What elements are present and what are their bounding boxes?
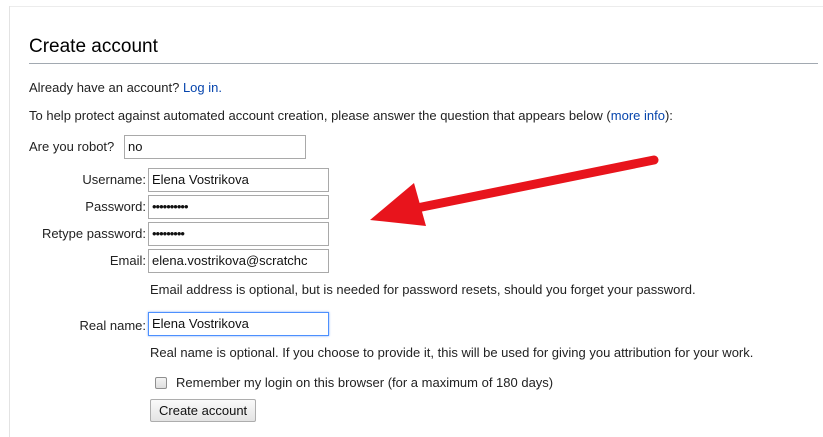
remember-login-checkbox[interactable] — [155, 377, 167, 389]
title-divider — [29, 63, 818, 64]
page-frame-left — [9, 6, 10, 437]
login-prompt-text: Already have an account? — [29, 80, 180, 95]
real-name-help-text: Real name is optional. If you choose to … — [150, 345, 754, 360]
captcha-note: To help protect against automated accoun… — [29, 108, 673, 123]
password-label: Password: — [85, 199, 146, 214]
login-link[interactable]: Log in. — [183, 80, 222, 95]
captcha-note-text: To help protect against automated accoun… — [29, 108, 611, 123]
retype-password-input[interactable]: ••••••••• — [148, 222, 329, 246]
red-arrow-annotation — [370, 155, 659, 226]
page-frame-top — [9, 6, 823, 7]
create-account-button[interactable]: Create account — [150, 399, 257, 422]
email-label: Email: — [109, 253, 146, 268]
username-label: Username: — [82, 172, 146, 187]
page-title: Create account — [29, 36, 158, 57]
real-name-label: Real name: — [79, 318, 146, 333]
robot-question-label: Are you robot? — [29, 139, 115, 154]
retype-password-label: Retype password: — [41, 226, 146, 241]
robot-answer-input[interactable]: no — [124, 135, 306, 159]
username-input[interactable]: Elena Vostrikova — [148, 168, 329, 192]
captcha-note-suffix: ): — [664, 108, 673, 123]
email-input[interactable]: elena.vostrikova@scratchc — [148, 249, 329, 273]
email-help-text: Email address is optional, but is needed… — [150, 282, 696, 297]
real-name-input[interactable]: Elena Vostrikova — [148, 312, 329, 336]
remember-login-label[interactable]: Remember my login on this browser (for a… — [176, 375, 553, 390]
login-prompt: Already have an account? Log in. — [29, 80, 222, 95]
password-input[interactable]: •••••••••• — [148, 195, 329, 219]
more-info-link[interactable]: more info — [611, 108, 665, 123]
